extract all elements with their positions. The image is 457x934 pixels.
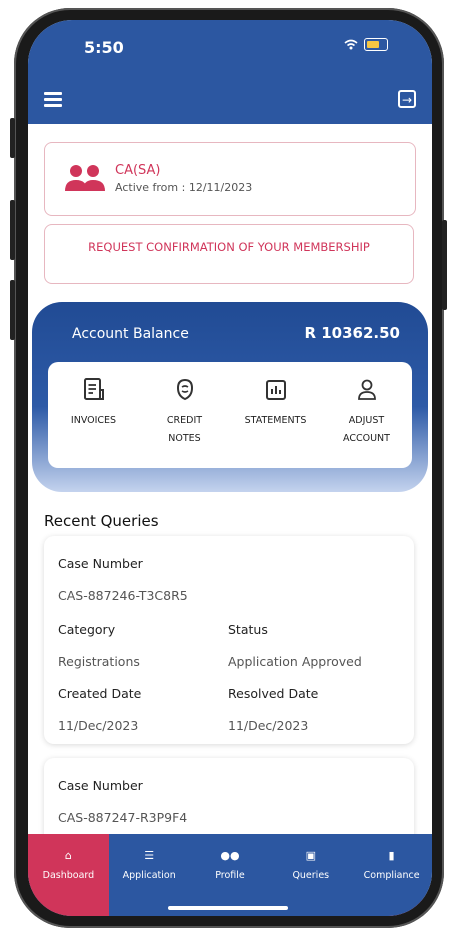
case-number-value: CAS-887247-R3P9F4 [58,810,188,825]
balance-value: R 10362.50 [304,324,400,342]
invoices-button[interactable]: INVOICES [48,362,139,468]
nav-label: Profile [215,870,245,881]
user-icon [357,379,376,400]
status-value: Application Approved [228,654,362,669]
side-button-left-3 [10,280,15,340]
status-bar: 5:50 [28,20,432,78]
home-indicator[interactable] [168,906,288,910]
case-number-label: Case Number [58,778,143,793]
nav-profile[interactable]: ●● Profile [190,834,271,916]
statements-label: STATEMENTS [244,415,307,426]
nav-queries[interactable]: ▣ Queries [270,834,351,916]
logout-icon[interactable]: → [398,90,416,108]
side-button-right [442,220,447,310]
balance-label: Account Balance [72,326,189,342]
nav-label: Compliance [363,870,420,881]
nav-label: Application [122,870,176,881]
invoices-label: INVOICES [70,415,117,426]
dashboard-content: CA(SA) Active from : 12/11/2023 REQUEST … [28,124,432,916]
status-label: Status [228,622,268,637]
query-card[interactable]: Case Number CAS-887246-T3C8R5 Category S… [44,536,414,744]
created-date-label: Created Date [58,686,142,701]
bottom-navigation: ⌂ Dashboard ☰ Application ●● Profile ▣ Q… [28,834,432,916]
category-value: Registrations [58,654,140,669]
members-icon [65,165,105,191]
credit-notes-label: CREDIT NOTES [166,415,203,444]
side-button-left-1 [10,118,15,158]
membership-active-from: Active from : 12/11/2023 [115,181,253,194]
created-date-value: 11/Dec/2023 [58,718,139,733]
account-balance-panel: Account Balance R 10362.50 INVOICES CRED… [32,302,428,492]
credit-notes-button[interactable]: CREDIT NOTES [139,362,230,468]
hamburger-icon[interactable] [44,92,62,107]
document-icon: ▮ [388,849,395,862]
wifi-icon [344,39,358,50]
resolved-date-value: 11/Dec/2023 [228,718,309,733]
phone-screen: 5:50 → CA(SA) Active from : 12/11/2023 R… [28,20,432,916]
membership-card: CA(SA) Active from : 12/11/2023 [44,142,416,216]
membership-title: CA(SA) [115,163,161,178]
battery-icon [364,38,388,51]
nav-dashboard[interactable]: ⌂ Dashboard [28,834,109,916]
nav-application[interactable]: ☰ Application [109,834,190,916]
nav-compliance[interactable]: ▮ Compliance [351,834,432,916]
nav-label: Queries [292,870,330,881]
statements-button[interactable]: STATEMENTS [230,362,321,468]
invoice-icon [83,378,104,400]
case-number-value: CAS-887246-T3C8R5 [58,588,188,603]
request-confirmation-button[interactable]: REQUEST CONFIRMATION OF YOUR MEMBERSHIP [44,224,414,284]
list-icon: ☰ [144,849,155,862]
account-actions: INVOICES CREDIT NOTES STATEMENTS ADJUST … [48,362,412,468]
adjust-account-label: ADJUST ACCOUNT [343,415,390,444]
resolved-date-label: Resolved Date [228,686,319,701]
status-icons [344,38,388,51]
status-time: 5:50 [84,38,124,57]
people-icon: ●● [220,849,240,862]
case-number-label: Case Number [58,556,143,571]
statements-icon [265,380,286,400]
nav-label: Dashboard [42,870,95,881]
credit-notes-icon [176,378,193,401]
recent-queries-title: Recent Queries [44,512,159,530]
adjust-account-button[interactable]: ADJUST ACCOUNT [321,362,412,468]
home-icon: ⌂ [64,849,72,862]
app-bar: → [28,78,432,124]
category-label: Category [58,622,116,637]
chat-icon: ▣ [305,849,316,862]
side-button-left-2 [10,200,15,260]
